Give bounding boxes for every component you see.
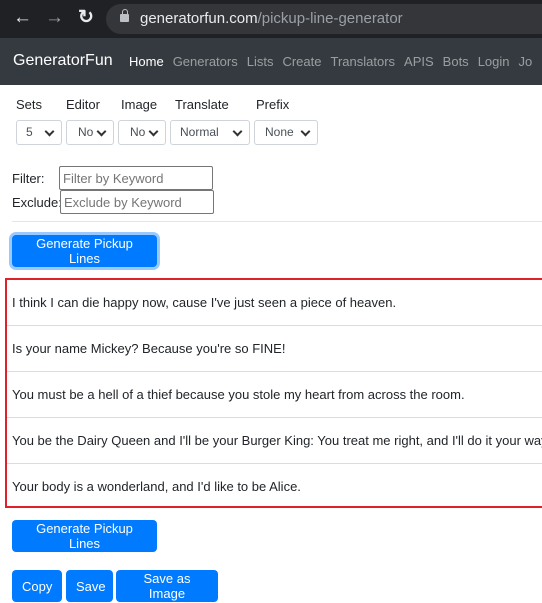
generate-button-top[interactable]: Generate Pickup Lines — [12, 235, 157, 267]
prefix-select[interactable]: None — [254, 120, 318, 145]
nav-generators[interactable]: Generators — [173, 54, 238, 69]
nav-translators[interactable]: Translators — [331, 54, 396, 69]
exclude-input[interactable] — [60, 190, 214, 214]
list-item: Is your name Mickey? Because you're so F… — [7, 326, 542, 372]
results-list: I think I can die happy now, cause I've … — [5, 278, 542, 508]
list-item: Your body is a wonderland, and I'd like … — [12, 479, 301, 494]
image-label: Image — [121, 97, 158, 112]
forward-icon[interactable]: → — [45, 7, 64, 29]
lock-icon — [120, 9, 129, 22]
image-select[interactable]: No — [118, 120, 166, 145]
divider — [12, 221, 542, 222]
reload-icon[interactable]: ↻ — [78, 7, 94, 29]
back-icon[interactable]: ← — [13, 7, 32, 29]
copy-button[interactable]: Copy — [12, 570, 62, 602]
save-button[interactable]: Save — [66, 570, 113, 602]
filter-input[interactable] — [59, 166, 213, 190]
filter-label: Filter: — [12, 171, 45, 186]
url-domain: generatorfun.com — [140, 10, 258, 27]
navbar: GeneratorFun Home Generators Lists Create Tr… — [0, 38, 542, 85]
editor-label: Editor — [66, 97, 100, 112]
editor-select[interactable]: No — [66, 120, 114, 145]
address-bar[interactable]: generatorfun.com/pickup-line-generator — [106, 4, 542, 34]
exclude-label: Exclude: — [12, 195, 62, 210]
sets-select[interactable]: 5 — [16, 120, 62, 145]
nav-create[interactable]: Create — [282, 54, 321, 69]
nav-login[interactable]: Login — [478, 54, 510, 69]
translate-label: Translate — [175, 97, 229, 112]
nav-bots[interactable]: Bots — [443, 54, 469, 69]
save-as-image-button[interactable]: Save as Image — [116, 570, 218, 602]
nav-apis[interactable]: APIS — [404, 54, 434, 69]
brand-logo[interactable]: GeneratorFun — [13, 52, 113, 70]
generate-button-bottom[interactable]: Generate Pickup Lines — [12, 520, 157, 552]
browser-toolbar: ← → ↻ generatorfun.com/pickup-line-gener… — [0, 0, 542, 38]
nav-lists[interactable]: Lists — [247, 54, 274, 69]
nav-jo[interactable]: Jo — [519, 54, 533, 69]
url-path: /pickup-line-generator — [257, 10, 403, 27]
nav-home[interactable]: Home — [129, 54, 164, 69]
list-item: You must be a hell of a thief because yo… — [7, 372, 542, 418]
list-item: I think I can die happy now, cause I've … — [7, 280, 542, 326]
translate-select[interactable]: Normal — [170, 120, 250, 145]
sets-label: Sets — [16, 97, 43, 112]
prefix-label: Prefix — [256, 97, 290, 112]
list-item: You be the Dairy Queen and I'll be your … — [7, 418, 542, 464]
